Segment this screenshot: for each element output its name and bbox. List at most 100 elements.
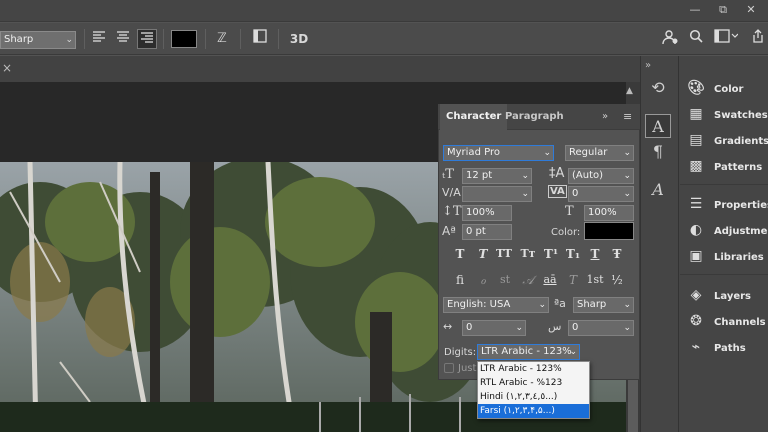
divider [240, 29, 241, 49]
kashida-left-field[interactable]: 0 ⌄ [462, 320, 526, 336]
scrollbar-thumb[interactable] [628, 378, 638, 432]
text-align-left-icon[interactable] [89, 29, 109, 49]
panel-gradients[interactable]: ▤ Gradients [686, 129, 768, 151]
panel-layers[interactable]: ◈ Layers [686, 284, 768, 306]
panel-color[interactable]: 🎨︎ Color [686, 77, 768, 99]
vertical-scale-value: 100% [466, 207, 495, 218]
faux-italic-button[interactable]: T [474, 245, 492, 263]
panel-adjustments[interactable]: ◐ Adjustme... [686, 219, 768, 241]
digits-option-hindi[interactable]: Hindi (١,٢,٣,٤,٥...) [478, 390, 589, 404]
document-tab-bar: × [0, 56, 640, 82]
3d-button[interactable]: 3D [287, 29, 311, 49]
title-bar: — ⧉ ✕ [0, 0, 768, 22]
workspace-icon[interactable] [712, 29, 740, 49]
font-style-select[interactable]: Regular ⌄ [565, 145, 634, 161]
panel-menu-icon[interactable]: ≡ [623, 110, 632, 123]
share-icon[interactable] [748, 29, 768, 49]
kerning-icon: V/A [442, 186, 461, 199]
character-anti-alias-select[interactable]: Sharp ⌄ [573, 297, 634, 313]
vertical-scale-field[interactable]: 100% [462, 205, 512, 221]
font-family-select[interactable]: Myriad Pro ⌄ [443, 145, 554, 161]
tracking-value: 0 [572, 188, 579, 199]
font-size-field[interactable]: 12 pt ⌄ [462, 168, 532, 184]
color-label: Color: [551, 227, 581, 238]
underline-button[interactable]: T [586, 245, 604, 263]
strikethrough-button[interactable]: Ŧ [608, 245, 626, 263]
subscript-button[interactable]: T₁ [564, 245, 582, 263]
history-icon[interactable]: ⟲ [645, 76, 671, 100]
text-color-swatch[interactable] [171, 30, 197, 48]
search-icon[interactable] [686, 29, 706, 49]
glyphs-panel-icon[interactable]: A [645, 178, 671, 202]
small-caps-button[interactable]: Tт [519, 245, 537, 263]
baseline-shift-field[interactable]: 0 pt [462, 224, 512, 240]
panel-paths[interactable]: ⌁ Paths [686, 336, 768, 358]
scroll-up-icon[interactable]: ▲ [626, 86, 633, 96]
text-align-center-icon[interactable] [113, 29, 133, 49]
chevron-down-icon: ⌄ [623, 148, 631, 158]
paragraph-panel-icon[interactable]: ¶ [645, 140, 671, 164]
chevron-down-icon: ⌄ [623, 189, 631, 199]
fractions-button[interactable]: ½ [608, 271, 626, 289]
language-select[interactable]: English: USA ⌄ [443, 297, 549, 313]
digits-option-ltr-arabic[interactable]: LTR Arabic - 123% [478, 362, 589, 376]
chevron-down-icon: ⌄ [623, 171, 631, 181]
panel-collapse-icon[interactable]: » [602, 111, 608, 122]
panel-patterns[interactable]: ▩ Patterns [686, 155, 768, 177]
tab-paragraph[interactable]: Paragraph [499, 104, 570, 130]
superscript-button[interactable]: T¹ [542, 245, 560, 263]
character-color-swatch[interactable] [584, 222, 634, 240]
language-value: English: USA [447, 299, 511, 310]
justify-checkbox[interactable] [444, 363, 454, 373]
pattern-icon: ▩ [689, 158, 703, 174]
warp-text-icon[interactable]: ℤ [212, 29, 232, 49]
horizontal-scale-field[interactable]: 100% [584, 205, 634, 221]
toggle-panels-icon[interactable] [250, 29, 270, 49]
dock-collapse-icon[interactable]: » [645, 60, 651, 71]
discretionary-ligatures-button[interactable]: ℴ [474, 271, 492, 289]
kashida-right-icon: س [548, 320, 562, 333]
anti-alias-select[interactable]: Sharp ⌄ [0, 31, 76, 49]
faux-bold-button[interactable]: T [451, 245, 469, 263]
minimize-icon[interactable]: — [688, 3, 702, 17]
character-anti-alias-value: Sharp [577, 299, 607, 310]
tracking-field[interactable]: 0 ⌄ [568, 186, 634, 202]
chevron-down-icon: ⌄ [569, 347, 577, 357]
digits-option-farsi[interactable]: Farsi (١,٢,٣,۴,۵...) [478, 404, 589, 418]
swash-button[interactable]: 𝒜 [519, 271, 537, 289]
chevron-down-icon: ⌄ [623, 323, 631, 333]
close-icon[interactable]: ✕ [744, 3, 758, 17]
leading-field[interactable]: (Auto) ⌄ [568, 168, 634, 184]
horizontal-scale-value: 100% [588, 207, 617, 218]
ordinals-button[interactable]: 1st [584, 271, 606, 289]
font-size-value: 12 pt [466, 170, 493, 181]
close-tab-icon[interactable]: × [0, 61, 14, 75]
all-caps-button[interactable]: TT [495, 245, 513, 263]
digits-select[interactable]: LTR Arabic - 123% ⌄ [477, 344, 580, 360]
ligatures-button[interactable]: ﬁ [451, 271, 469, 289]
character-panel-icon[interactable]: A [645, 114, 671, 138]
contextual-alternates-button[interactable]: st [496, 271, 514, 289]
chevron-down-icon: ⌄ [521, 189, 529, 199]
restore-icon[interactable]: ⧉ [716, 3, 730, 17]
panel-swatches[interactable]: ▦ Swatches [686, 103, 768, 125]
stylistic-alternates-button[interactable]: aā [541, 271, 559, 289]
titling-alternates-button[interactable]: T [564, 271, 582, 289]
panel-label: Layers [714, 291, 751, 302]
kerning-field[interactable]: ⌄ [462, 186, 532, 202]
kashida-right-field[interactable]: 0 ⌄ [568, 320, 634, 336]
font-style-value: Regular [569, 147, 608, 158]
panel-properties[interactable]: ☰ Properties [686, 193, 768, 215]
kashida-left-value: 0 [466, 322, 473, 333]
tab-character[interactable]: Character [440, 104, 508, 130]
divider [680, 274, 768, 275]
panel-libraries[interactable]: ▣ Libraries [686, 245, 768, 267]
share-user-icon[interactable] [660, 29, 680, 49]
text-align-right-icon[interactable] [137, 29, 157, 49]
panel-channels[interactable]: ❂ Channels [686, 310, 768, 332]
leading-icon: ‡A [549, 166, 565, 181]
digits-option-rtl-arabic[interactable]: RTL Arabic - %123 [478, 376, 589, 390]
channels-icon: ❂ [690, 313, 702, 329]
divider [163, 29, 164, 49]
chevron-down-icon: ⌄ [65, 35, 73, 45]
